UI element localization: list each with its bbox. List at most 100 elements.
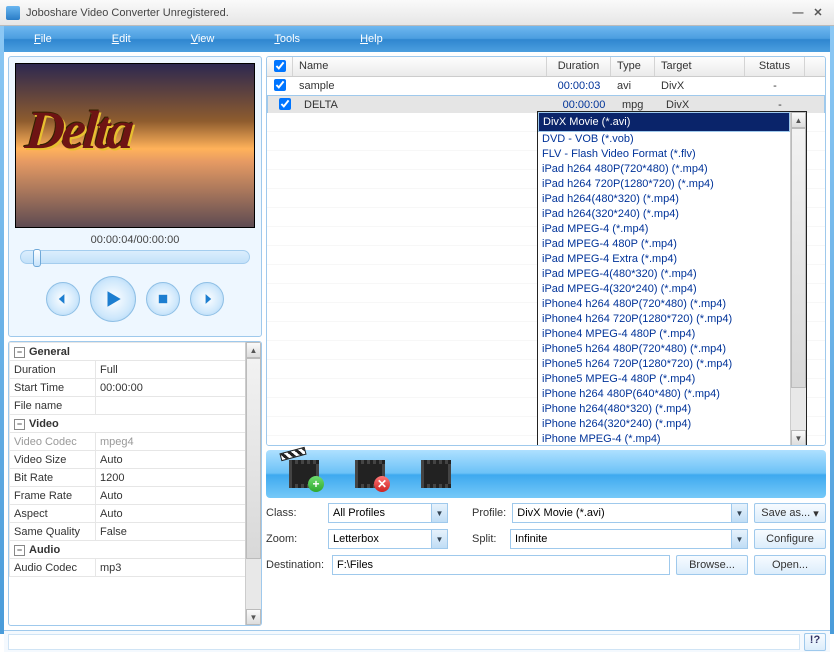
collapse-general-icon[interactable]: −: [14, 347, 25, 358]
prop-duration-label: Duration: [10, 361, 96, 379]
class-value: All Profiles: [333, 507, 385, 519]
dropdown-item[interactable]: iPad h264 480P(720*480) (*.mp4): [538, 162, 790, 177]
dropdown-item[interactable]: iPad MPEG-4(320*240) (*.mp4): [538, 282, 790, 297]
menu-tools[interactable]: Tools: [274, 33, 300, 45]
prop-samequality-value[interactable]: False: [96, 523, 261, 541]
row-type: avi: [611, 79, 655, 93]
film-button[interactable]: [416, 454, 456, 494]
dropdown-item[interactable]: FLV - Flash Video Format (*.flv): [538, 147, 790, 162]
help-button[interactable]: !?: [804, 633, 826, 651]
class-select[interactable]: All Profiles ▼: [328, 503, 448, 523]
video-preview[interactable]: Delta: [15, 63, 255, 228]
dd-scroll-up-icon[interactable]: ▲: [791, 112, 806, 128]
prop-vcodec-label: Video Codec: [10, 433, 96, 451]
dropdown-item[interactable]: iPhone h264(480*320) (*.mp4): [538, 402, 790, 417]
dropdown-item[interactable]: iPhone4 MPEG-4 480P (*.mp4): [538, 327, 790, 342]
dropdown-item[interactable]: iPad MPEG-4 (*.mp4): [538, 222, 790, 237]
section-audio: Audio: [29, 544, 60, 556]
dropdown-item[interactable]: iPad MPEG-4(480*320) (*.mp4): [538, 267, 790, 282]
col-type[interactable]: Type: [611, 57, 655, 76]
prop-aspect-value[interactable]: Auto: [96, 505, 261, 523]
menu-file[interactable]: File: [34, 33, 52, 45]
prop-starttime-value[interactable]: 00:00:00: [96, 379, 261, 397]
row-status: -: [750, 98, 810, 112]
zoom-label: Zoom:: [266, 533, 322, 545]
dropdown-item[interactable]: iPad h264(320*240) (*.mp4): [538, 207, 790, 222]
next-button[interactable]: [190, 282, 224, 316]
chevron-down-icon: ▼: [731, 504, 747, 522]
browse-button[interactable]: Browse...: [676, 555, 748, 575]
minimize-button[interactable]: —: [788, 7, 808, 19]
select-all-checkbox[interactable]: [274, 60, 286, 72]
row-target: DivX: [655, 79, 745, 93]
split-select[interactable]: Infinite▼: [510, 529, 748, 549]
dropdown-item[interactable]: iPhone4 h264 480P(720*480) (*.mp4): [538, 297, 790, 312]
file-row[interactable]: sample 00:00:03 avi DivX -: [267, 77, 825, 95]
properties-scrollbar[interactable]: ▲ ▼: [245, 342, 261, 625]
dropdown-item[interactable]: iPhone4 h264 720P(1280*720) (*.mp4): [538, 312, 790, 327]
row-checkbox[interactable]: [279, 98, 291, 110]
row-status: -: [745, 79, 805, 93]
time-display: 00:00:04/00:00:00: [91, 234, 180, 246]
profile-dropdown-list[interactable]: DivX Movie (*.avi)DVD - VOB (*.vob)FLV -…: [537, 111, 807, 446]
row-target: DivX: [660, 98, 750, 112]
seek-thumb[interactable]: [33, 249, 41, 267]
zoom-select[interactable]: Letterbox▼: [328, 529, 448, 549]
prop-acodec-label: Audio Codec: [10, 559, 96, 577]
plus-icon: +: [308, 476, 324, 492]
col-status[interactable]: Status: [745, 57, 805, 76]
prop-filename-value[interactable]: [96, 397, 261, 415]
menu-view[interactable]: View: [191, 33, 215, 45]
row-duration: 00:00:00: [552, 98, 616, 112]
prop-framerate-value[interactable]: Auto: [96, 487, 261, 505]
col-name[interactable]: Name: [293, 57, 547, 76]
dropdown-item[interactable]: iPhone h264(320*240) (*.mp4): [538, 417, 790, 432]
chevron-down-icon: ▼: [431, 530, 447, 548]
play-button[interactable]: [90, 276, 136, 322]
collapse-video-icon[interactable]: −: [14, 419, 25, 430]
col-duration[interactable]: Duration: [547, 57, 611, 76]
dropdown-item[interactable]: DivX Movie (*.avi): [538, 112, 790, 132]
dropdown-item[interactable]: iPhone5 MPEG-4 480P (*.mp4): [538, 372, 790, 387]
open-button[interactable]: Open...: [754, 555, 826, 575]
close-button[interactable]: ✕: [808, 6, 828, 19]
file-list-header: Name Duration Type Target Status: [267, 57, 825, 77]
dd-scroll-down-icon[interactable]: ▼: [791, 430, 806, 446]
dropdown-item[interactable]: iPad MPEG-4 480P (*.mp4): [538, 237, 790, 252]
row-type: mpg: [616, 98, 660, 112]
section-video: Video: [29, 418, 59, 430]
dropdown-item[interactable]: iPhone MPEG-4 (*.mp4): [538, 432, 790, 446]
row-checkbox[interactable]: [274, 79, 286, 91]
save-as-button[interactable]: Save as... ▾: [754, 503, 826, 523]
collapse-audio-icon[interactable]: −: [14, 545, 25, 556]
dropdown-item[interactable]: iPad h264(480*320) (*.mp4): [538, 192, 790, 207]
prop-vsize-value[interactable]: Auto: [96, 451, 261, 469]
seek-slider[interactable]: [20, 250, 250, 264]
col-target[interactable]: Target: [655, 57, 745, 76]
prop-bitrate-value[interactable]: 1200: [96, 469, 261, 487]
menubar: File Edit View Tools Help: [4, 26, 830, 52]
dd-scroll-thumb[interactable]: [791, 128, 806, 388]
configure-button[interactable]: Configure: [754, 529, 826, 549]
remove-file-button[interactable]: ✕: [350, 454, 390, 494]
dropdown-item[interactable]: iPhone5 h264 480P(720*480) (*.mp4): [538, 342, 790, 357]
prop-duration-value[interactable]: Full: [96, 361, 261, 379]
dropdown-item[interactable]: iPhone h264 480P(640*480) (*.mp4): [538, 387, 790, 402]
add-file-button[interactable]: +: [284, 454, 324, 494]
dropdown-item[interactable]: iPhone5 h264 720P(1280*720) (*.mp4): [538, 357, 790, 372]
prev-button[interactable]: [46, 282, 80, 316]
dropdown-item[interactable]: iPad h264 720P(1280*720) (*.mp4): [538, 177, 790, 192]
profile-select[interactable]: DivX Movie (*.avi)▼: [512, 503, 748, 523]
menu-edit[interactable]: Edit: [112, 33, 131, 45]
menu-help[interactable]: Help: [360, 33, 383, 45]
destination-input[interactable]: F:\Files: [332, 555, 670, 575]
chevron-down-icon: ▼: [431, 504, 447, 522]
stop-button[interactable]: [146, 282, 180, 316]
prop-acodec-value[interactable]: mp3: [96, 559, 261, 577]
scroll-up-icon[interactable]: ▲: [246, 342, 261, 358]
dropdown-scrollbar[interactable]: ▲ ▼: [790, 112, 806, 446]
scroll-down-icon[interactable]: ▼: [246, 609, 261, 625]
dropdown-item[interactable]: iPad MPEG-4 Extra (*.mp4): [538, 252, 790, 267]
dropdown-item[interactable]: DVD - VOB (*.vob): [538, 132, 790, 147]
scroll-thumb[interactable]: [246, 358, 261, 559]
